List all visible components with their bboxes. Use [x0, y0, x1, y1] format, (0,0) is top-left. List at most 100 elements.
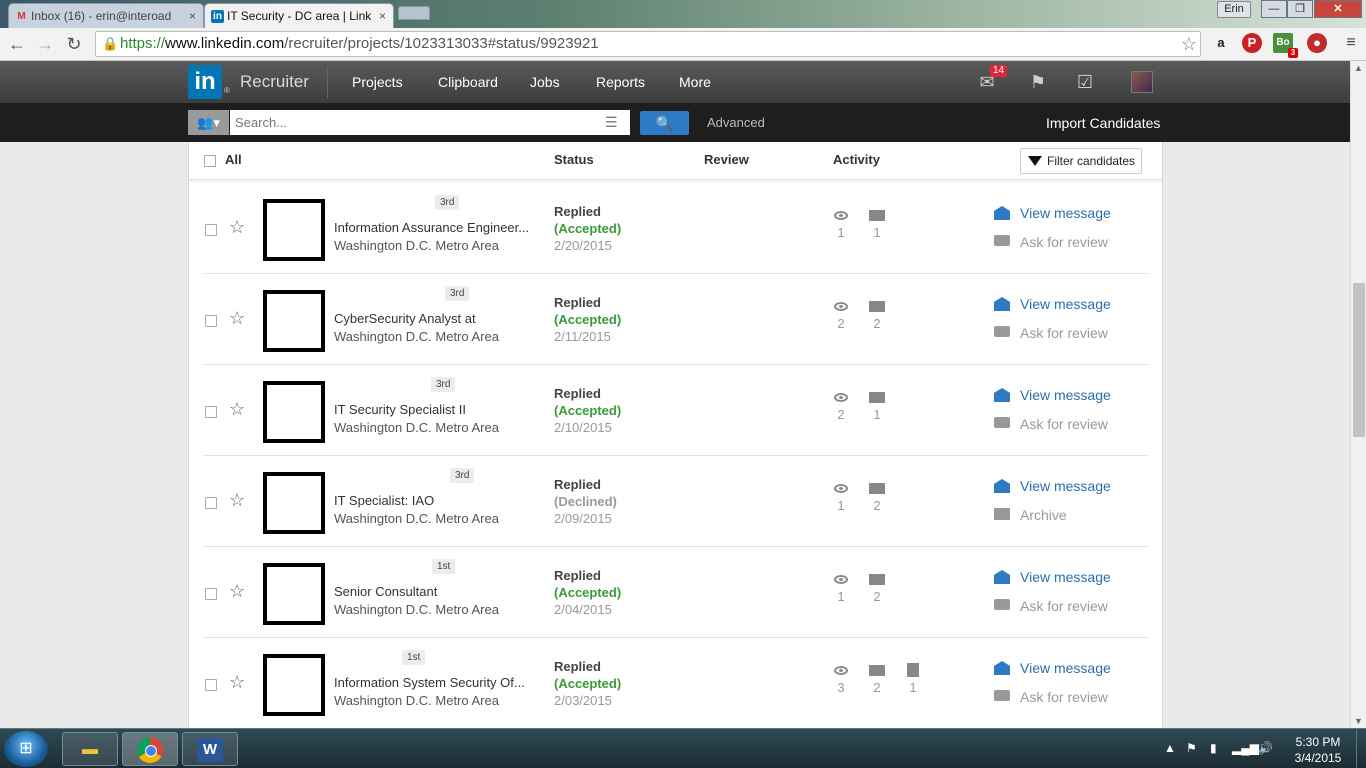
close-tab-icon[interactable]: × [379, 4, 386, 28]
word-taskbar-button[interactable]: W [182, 732, 238, 766]
candidate-photo[interactable] [263, 199, 325, 261]
product-name[interactable]: Recruiter [240, 72, 309, 92]
candidate-photo[interactable] [263, 654, 325, 716]
bookmark-star-icon[interactable]: ☆ [1181, 32, 1197, 56]
pinterest-extension-icon[interactable]: P [1242, 33, 1262, 53]
table-row[interactable]: ☆ 1st Information System Security Of... … [203, 638, 1148, 728]
star-icon[interactable]: ☆ [229, 672, 245, 693]
chrome-taskbar-button[interactable] [122, 732, 178, 766]
search-button[interactable]: 🔍 [640, 111, 689, 135]
minimize-button[interactable]: — [1261, 0, 1287, 18]
star-icon[interactable]: ☆ [229, 308, 245, 329]
action-center-flag-icon[interactable]: ⚑ [1186, 741, 1197, 755]
candidate-location: Washington D.C. Metro Area [334, 511, 499, 526]
network-signal-icon[interactable]: ▂▄▆ [1232, 741, 1259, 755]
view-message-link[interactable]: View message [1020, 569, 1111, 585]
table-row[interactable]: ☆ 3rd Information Assurance Engineer... … [203, 183, 1148, 274]
status-column-header[interactable]: Status [554, 152, 594, 167]
tab-gmail-inbox[interactable]: M Inbox (16) - erin@interoad × [8, 3, 204, 28]
start-button[interactable]: ⊞ [4, 731, 48, 767]
select-all-checkbox[interactable] [204, 155, 216, 167]
nav-reports[interactable]: Reports [596, 74, 645, 90]
archive-link[interactable]: Archive [1020, 507, 1067, 523]
nav-jobs[interactable]: Jobs [530, 74, 560, 90]
close-window-button[interactable]: ✕ [1314, 0, 1362, 18]
envelope-icon [869, 665, 885, 676]
new-tab-button[interactable] [398, 6, 430, 20]
amazon-extension-icon[interactable]: a [1211, 33, 1231, 53]
forward-arrow-icon[interactable]: → [33, 32, 57, 56]
scrollbar-thumb[interactable] [1353, 283, 1365, 437]
row-checkbox[interactable] [205, 315, 217, 327]
candidate-headline[interactable]: IT Specialist: IAO [334, 493, 534, 508]
device-icon[interactable]: ▮ [1210, 741, 1217, 755]
view-message-link[interactable]: View message [1020, 387, 1111, 403]
candidate-headline[interactable]: Senior Consultant [334, 584, 534, 599]
row-checkbox[interactable] [205, 224, 217, 236]
view-message-link[interactable]: View message [1020, 660, 1111, 676]
search-input[interactable] [230, 110, 630, 135]
row-checkbox[interactable] [205, 406, 217, 418]
show-desktop-button[interactable] [1356, 729, 1366, 768]
review-column-header[interactable]: Review [704, 152, 749, 167]
volume-icon[interactable]: 🔊 [1258, 741, 1273, 755]
maximize-button[interactable]: ❐ [1287, 0, 1313, 18]
candidate-headline[interactable]: IT Security Specialist II [334, 402, 534, 417]
tasks-icon[interactable]: ☑ [1073, 71, 1097, 93]
table-row[interactable]: ☆ 3rd CyberSecurity Analyst at Washingto… [203, 274, 1148, 365]
import-candidates-link[interactable]: Import Candidates [1046, 115, 1160, 131]
scroll-down-arrow-icon[interactable]: ▼ [1354, 716, 1363, 726]
system-clock[interactable]: 5:30 PM 3/4/2015 [1290, 734, 1346, 766]
nav-clipboard[interactable]: Clipboard [438, 74, 498, 90]
close-tab-icon[interactable]: × [189, 4, 196, 28]
ask-for-review-link[interactable]: Ask for review [1020, 325, 1108, 341]
back-arrow-icon[interactable]: ← [5, 32, 29, 56]
row-checkbox[interactable] [205, 588, 217, 600]
advanced-search-link[interactable]: Advanced [707, 115, 765, 130]
search-type-dropdown[interactable]: 👥▾ [188, 110, 229, 135]
ask-for-review-link[interactable]: Ask for review [1020, 598, 1108, 614]
star-icon[interactable]: ☆ [229, 217, 245, 238]
candidate-photo[interactable] [263, 290, 325, 352]
lastpass-extension-icon[interactable]: ● [1307, 33, 1327, 53]
candidate-headline[interactable]: Information Assurance Engineer... [334, 220, 534, 235]
table-row[interactable]: ☆ 3rd IT Specialist: IAO Washington D.C.… [203, 456, 1148, 547]
avatar[interactable] [1131, 71, 1153, 93]
ask-for-review-link[interactable]: Ask for review [1020, 234, 1108, 250]
list-icon[interactable]: ☰ [605, 110, 618, 135]
scroll-up-arrow-icon[interactable]: ▲ [1354, 63, 1363, 73]
view-message-link[interactable]: View message [1020, 205, 1111, 221]
candidate-photo[interactable] [263, 472, 325, 534]
star-icon[interactable]: ☆ [229, 399, 245, 420]
profile-chip[interactable]: Erin [1217, 1, 1251, 18]
candidate-headline[interactable]: Information System Security Of... [334, 675, 534, 690]
view-message-link[interactable]: View message [1020, 296, 1111, 312]
star-icon[interactable]: ☆ [229, 581, 245, 602]
ask-for-review-link[interactable]: Ask for review [1020, 416, 1108, 432]
nav-more[interactable]: More [679, 74, 711, 90]
linkedin-logo[interactable]: in [188, 65, 222, 99]
row-checkbox[interactable] [205, 679, 217, 691]
view-message-link[interactable]: View message [1020, 478, 1111, 494]
ask-for-review-link[interactable]: Ask for review [1020, 689, 1108, 705]
candidate-headline[interactable]: CyberSecurity Analyst at [334, 311, 534, 326]
activity-column-header[interactable]: Activity [833, 152, 880, 167]
page-scrollbar[interactable]: ▲ ▼ [1350, 61, 1366, 728]
boa-extension-icon[interactable]: Bo 3 [1273, 33, 1298, 58]
file-explorer-taskbar-button[interactable]: ▬ [62, 732, 118, 766]
nav-projects[interactable]: Projects [352, 74, 403, 90]
reload-icon[interactable]: ↻ [62, 32, 86, 56]
table-row[interactable]: ☆ 1st Senior Consultant Washington D.C. … [203, 547, 1148, 638]
candidate-photo[interactable] [263, 563, 325, 625]
flag-icon[interactable]: ⚑ [1028, 71, 1048, 93]
filter-candidates-button[interactable]: Filter candidates [1020, 148, 1142, 174]
tab-linkedin-recruiter[interactable]: in IT Security - DC area | Link × [204, 3, 394, 28]
star-icon[interactable]: ☆ [229, 490, 245, 511]
table-row[interactable]: ☆ 3rd IT Security Specialist II Washingt… [203, 365, 1148, 456]
address-bar[interactable]: 🔒 https://www.linkedin.com/recruiter/pro… [95, 31, 1201, 57]
chrome-menu-icon[interactable]: ≡ [1341, 33, 1361, 53]
connection-degree-badge: 1st [402, 650, 426, 665]
candidate-photo[interactable] [263, 381, 325, 443]
row-checkbox[interactable] [205, 497, 217, 509]
show-hidden-icons-arrow[interactable]: ▲ [1164, 741, 1176, 755]
